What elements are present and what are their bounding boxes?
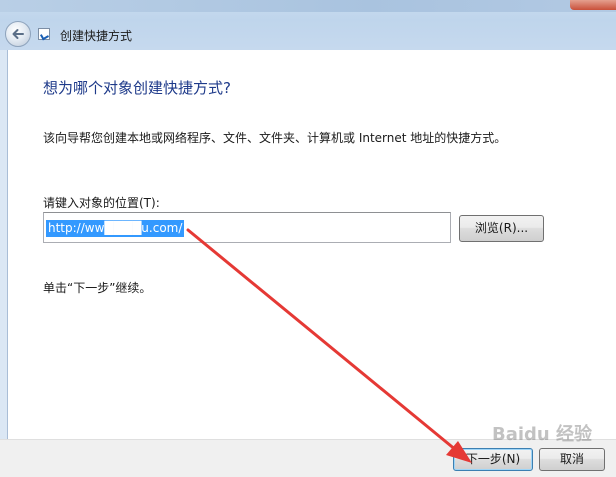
page-heading: 想为哪个对象创建快捷方式? [43,79,231,97]
location-input[interactable]: http://ww████u.com/ [43,212,451,243]
back-button[interactable] [5,21,31,47]
baidu-watermark: Baidu 经验 [491,424,592,445]
back-arrow-icon [12,29,24,39]
wizard-content: 想为哪个对象创建快捷方式? 该向导帮您创建本地或网络程序、文件、文件夹、计算机或… [7,50,616,439]
window-title: 创建快捷方式 [60,29,133,43]
location-value: http://ww████u.com/ [46,220,185,237]
close-button-edge[interactable] [570,0,616,10]
cancel-button[interactable]: 取消 [539,448,605,471]
location-label: 请键入对象的位置(T): [43,196,160,210]
browse-button[interactable]: 浏览(R)... [459,215,544,242]
window-top-edge [0,0,616,12]
shortcut-wizard-icon [38,28,50,40]
next-button[interactable]: 下一步(N) [453,448,533,471]
continue-hint: 单击“下一步”继续。 [43,281,152,295]
page-description: 该向导帮您创建本地或网络程序、文件、文件夹、计算机或 Internet 地址的快… [43,131,507,145]
